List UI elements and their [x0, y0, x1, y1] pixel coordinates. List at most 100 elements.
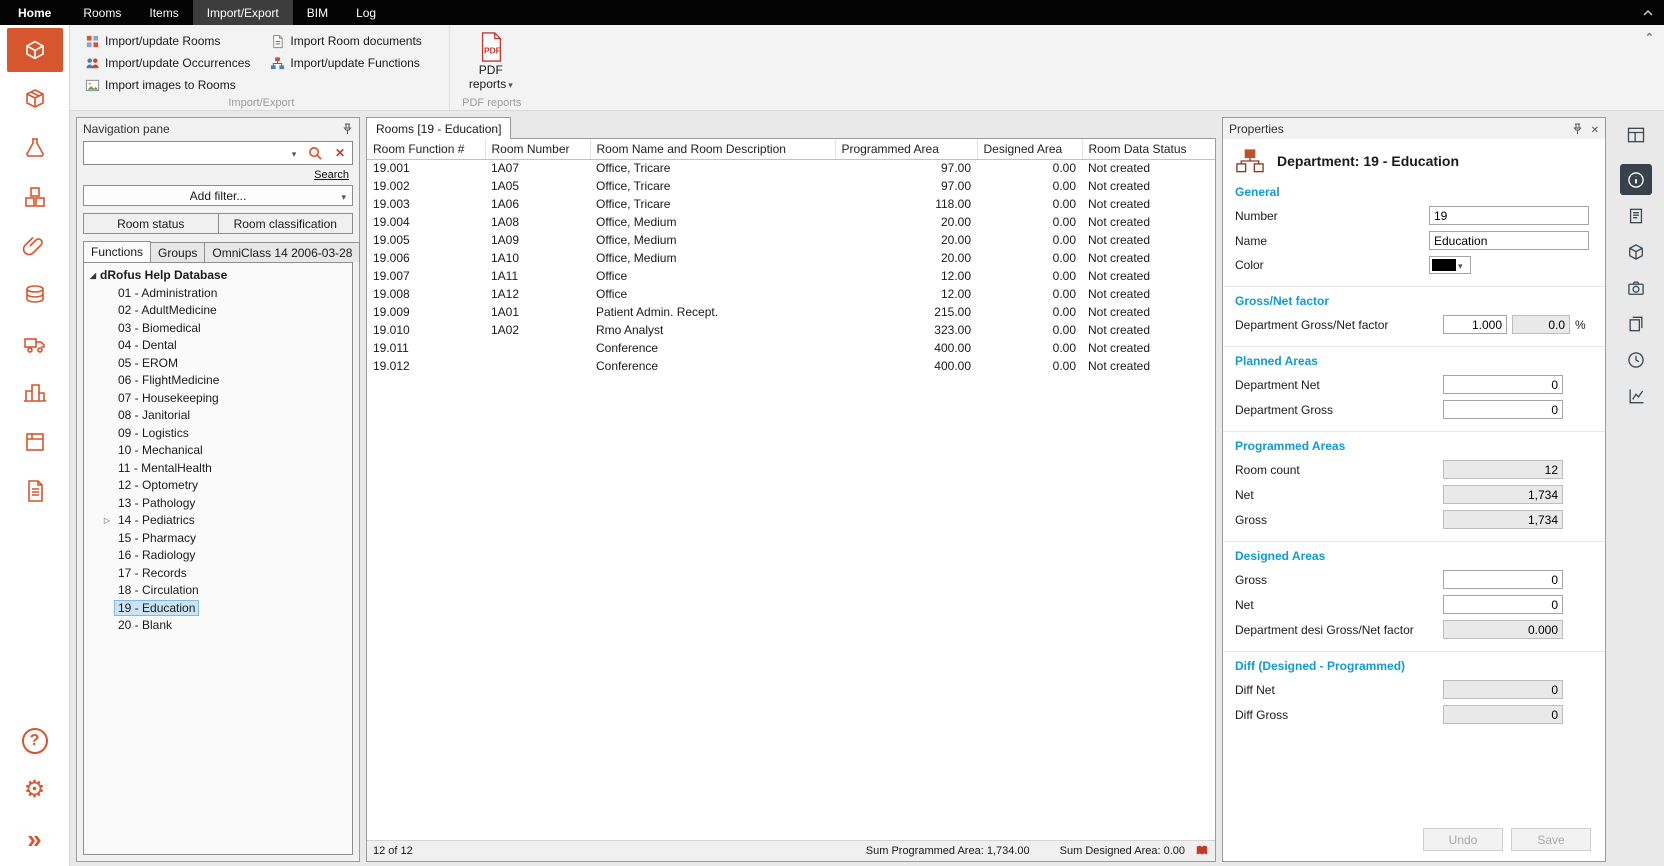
tree-item[interactable]: 15 - Pharmacy: [86, 529, 350, 547]
table-row[interactable]: 19.003 1A06 Office, Tricare 118.00 0.00 …: [367, 195, 1215, 213]
menu-tab[interactable]: BIM: [293, 0, 342, 25]
tree-item[interactable]: 07 - Housekeeping: [86, 389, 350, 407]
help-icon[interactable]: [7, 719, 63, 763]
department-net-field[interactable]: [1443, 375, 1563, 394]
table-row[interactable]: 19.010 1A02 Rmo Analyst 323.00 0.00 Not …: [367, 321, 1215, 339]
search-link[interactable]: Search: [314, 169, 349, 181]
table-row[interactable]: 19.008 1A12 Office 12.00 0.00 Not create…: [367, 285, 1215, 303]
column-header[interactable]: Programmed Area: [835, 139, 977, 159]
tree-item[interactable]: 18 - Circulation: [86, 582, 350, 600]
tree-item[interactable]: 17 - Records: [86, 564, 350, 582]
add-filter-button[interactable]: Add filter...: [83, 185, 353, 206]
clear-search-icon[interactable]: [328, 146, 352, 160]
tree-item[interactable]: 05 - EROM: [86, 354, 350, 372]
collapse-arrow-icon[interactable]: [86, 271, 100, 280]
menu-tab[interactable]: Rooms: [69, 0, 135, 25]
menu-tab[interactable]: Log: [342, 0, 390, 25]
designed-net-field[interactable]: [1443, 595, 1563, 614]
pin-icon[interactable]: [342, 123, 353, 135]
table-row[interactable]: 19.001 1A07 Office, Tricare 97.00 0.00 N…: [367, 159, 1215, 177]
table-row[interactable]: 19.006 1A10 Office, Medium 20.00 0.00 No…: [367, 249, 1215, 267]
table-row[interactable]: 19.012 Conference 400.00 0.00 Not create…: [367, 357, 1215, 375]
rooms-icon[interactable]: [7, 28, 63, 72]
column-header[interactable]: Designed Area: [977, 139, 1082, 159]
tree-item[interactable]: 03 - Biomedical: [86, 319, 350, 337]
nav-tab[interactable]: Functions: [83, 241, 151, 262]
undo-button[interactable]: Undo: [1423, 828, 1503, 851]
tree-item[interactable]: 20 - Blank: [86, 617, 350, 635]
layout-grid-icon[interactable]: [1620, 119, 1652, 150]
import-update-occurrences-button[interactable]: Import/update Occurrences: [82, 52, 253, 74]
import-update-rooms-button[interactable]: Import/update Rooms: [82, 30, 253, 52]
model-cube-icon[interactable]: [1620, 236, 1652, 267]
color-picker[interactable]: [1429, 256, 1471, 274]
camera-icon[interactable]: [1620, 272, 1652, 303]
table-row[interactable]: 19.004 1A08 Office, Medium 20.00 0.00 No…: [367, 213, 1215, 231]
occurrences-icon[interactable]: [7, 175, 63, 219]
expand-sidebar-icon[interactable]: [7, 817, 63, 861]
tree-item[interactable]: 06 - FlightMedicine: [86, 372, 350, 390]
items-icon[interactable]: [7, 77, 63, 121]
history-clock-icon[interactable]: [1620, 344, 1652, 375]
pin-icon[interactable]: [1572, 123, 1583, 135]
gross-net-factor-field[interactable]: [1443, 315, 1507, 334]
room-status-button[interactable]: Room status: [83, 213, 219, 234]
tree-item[interactable]: 12 - Optometry: [86, 477, 350, 495]
settings-icon[interactable]: [7, 768, 63, 812]
notes-icon[interactable]: [1620, 200, 1652, 231]
reports-icon[interactable]: [7, 469, 63, 513]
topbar-collapse-icon[interactable]: [1642, 0, 1654, 25]
packages-icon[interactable]: [7, 420, 63, 464]
documents-icon[interactable]: [1620, 308, 1652, 339]
close-icon[interactable]: [1591, 122, 1599, 136]
rooms-document-tab[interactable]: Rooms [19 - Education]: [366, 117, 511, 139]
measurement-chart-icon[interactable]: [1620, 380, 1652, 411]
tree-item[interactable]: 19 - Education: [86, 599, 350, 617]
import-update-functions-button[interactable]: Import/update Functions: [267, 52, 424, 74]
tree-item[interactable]: 16 - Radiology: [86, 547, 350, 565]
tree-item[interactable]: 01 - Administration: [86, 284, 350, 302]
table-row[interactable]: 19.011 Conference 400.00 0.00 Not create…: [367, 339, 1215, 357]
menu-tab[interactable]: Items: [135, 0, 192, 25]
designed-gross-field[interactable]: [1443, 570, 1563, 589]
number-field[interactable]: [1429, 206, 1589, 225]
table-row[interactable]: 19.009 1A01 Patient Admin. Recept. 215.0…: [367, 303, 1215, 321]
name-field[interactable]: [1429, 231, 1589, 250]
tree-item[interactable]: 04 - Dental: [86, 337, 350, 355]
datasets-icon[interactable]: [7, 273, 63, 317]
search-input[interactable]: [84, 142, 286, 164]
tree-item[interactable]: 10 - Mechanical: [86, 442, 350, 460]
department-gross-field[interactable]: [1443, 400, 1563, 419]
nav-tab[interactable]: Groups: [151, 242, 205, 262]
tree-item[interactable]: 13 - Pathology: [86, 494, 350, 512]
info-icon[interactable]: [1620, 164, 1652, 195]
tree-item[interactable]: 02 - AdultMedicine: [86, 302, 350, 320]
column-header[interactable]: Room Data Status: [1082, 139, 1215, 159]
table-row[interactable]: 19.002 1A05 Office, Tricare 97.00 0.00 N…: [367, 177, 1215, 195]
expand-arrow-icon[interactable]: [100, 516, 114, 525]
menu-tab[interactable]: Import/Export: [193, 0, 293, 25]
tree-item[interactable]: 11 - MentalHealth: [86, 459, 350, 477]
column-header[interactable]: Room Number: [485, 139, 590, 159]
search-dropdown-icon[interactable]: [286, 146, 302, 160]
menu-tab[interactable]: Home: [0, 0, 69, 25]
table-row[interactable]: 19.007 1A11 Office 12.00 0.00 Not create…: [367, 267, 1215, 285]
tree-item[interactable]: 09 - Logistics: [86, 424, 350, 442]
flask-icon[interactable]: [7, 126, 63, 170]
import-room-documents-button[interactable]: Import Room documents: [267, 30, 424, 52]
pdf-reports-button[interactable]: PDF PDF reports: [458, 30, 524, 96]
book-icon[interactable]: [1195, 844, 1209, 858]
nav-tab[interactable]: OmniClass 14 2006-03-28: [205, 242, 360, 262]
import-images-button[interactable]: Import images to Rooms: [82, 74, 253, 96]
logistics-icon[interactable]: [7, 322, 63, 366]
tree-item[interactable]: 14 - Pediatrics: [86, 512, 350, 530]
column-header[interactable]: Room Function #: [367, 139, 485, 159]
save-button[interactable]: Save: [1511, 828, 1591, 851]
room-classification-button[interactable]: Room classification: [219, 213, 354, 234]
tree-item[interactable]: 08 - Janitorial: [86, 407, 350, 425]
column-header[interactable]: Room Name and Room Description: [590, 139, 835, 159]
search-icon[interactable]: [302, 146, 328, 161]
table-row[interactable]: 19.005 1A09 Office, Medium 20.00 0.00 No…: [367, 231, 1215, 249]
attachments-icon[interactable]: [7, 224, 63, 268]
tree-root[interactable]: dRofus Help Database: [86, 266, 350, 284]
